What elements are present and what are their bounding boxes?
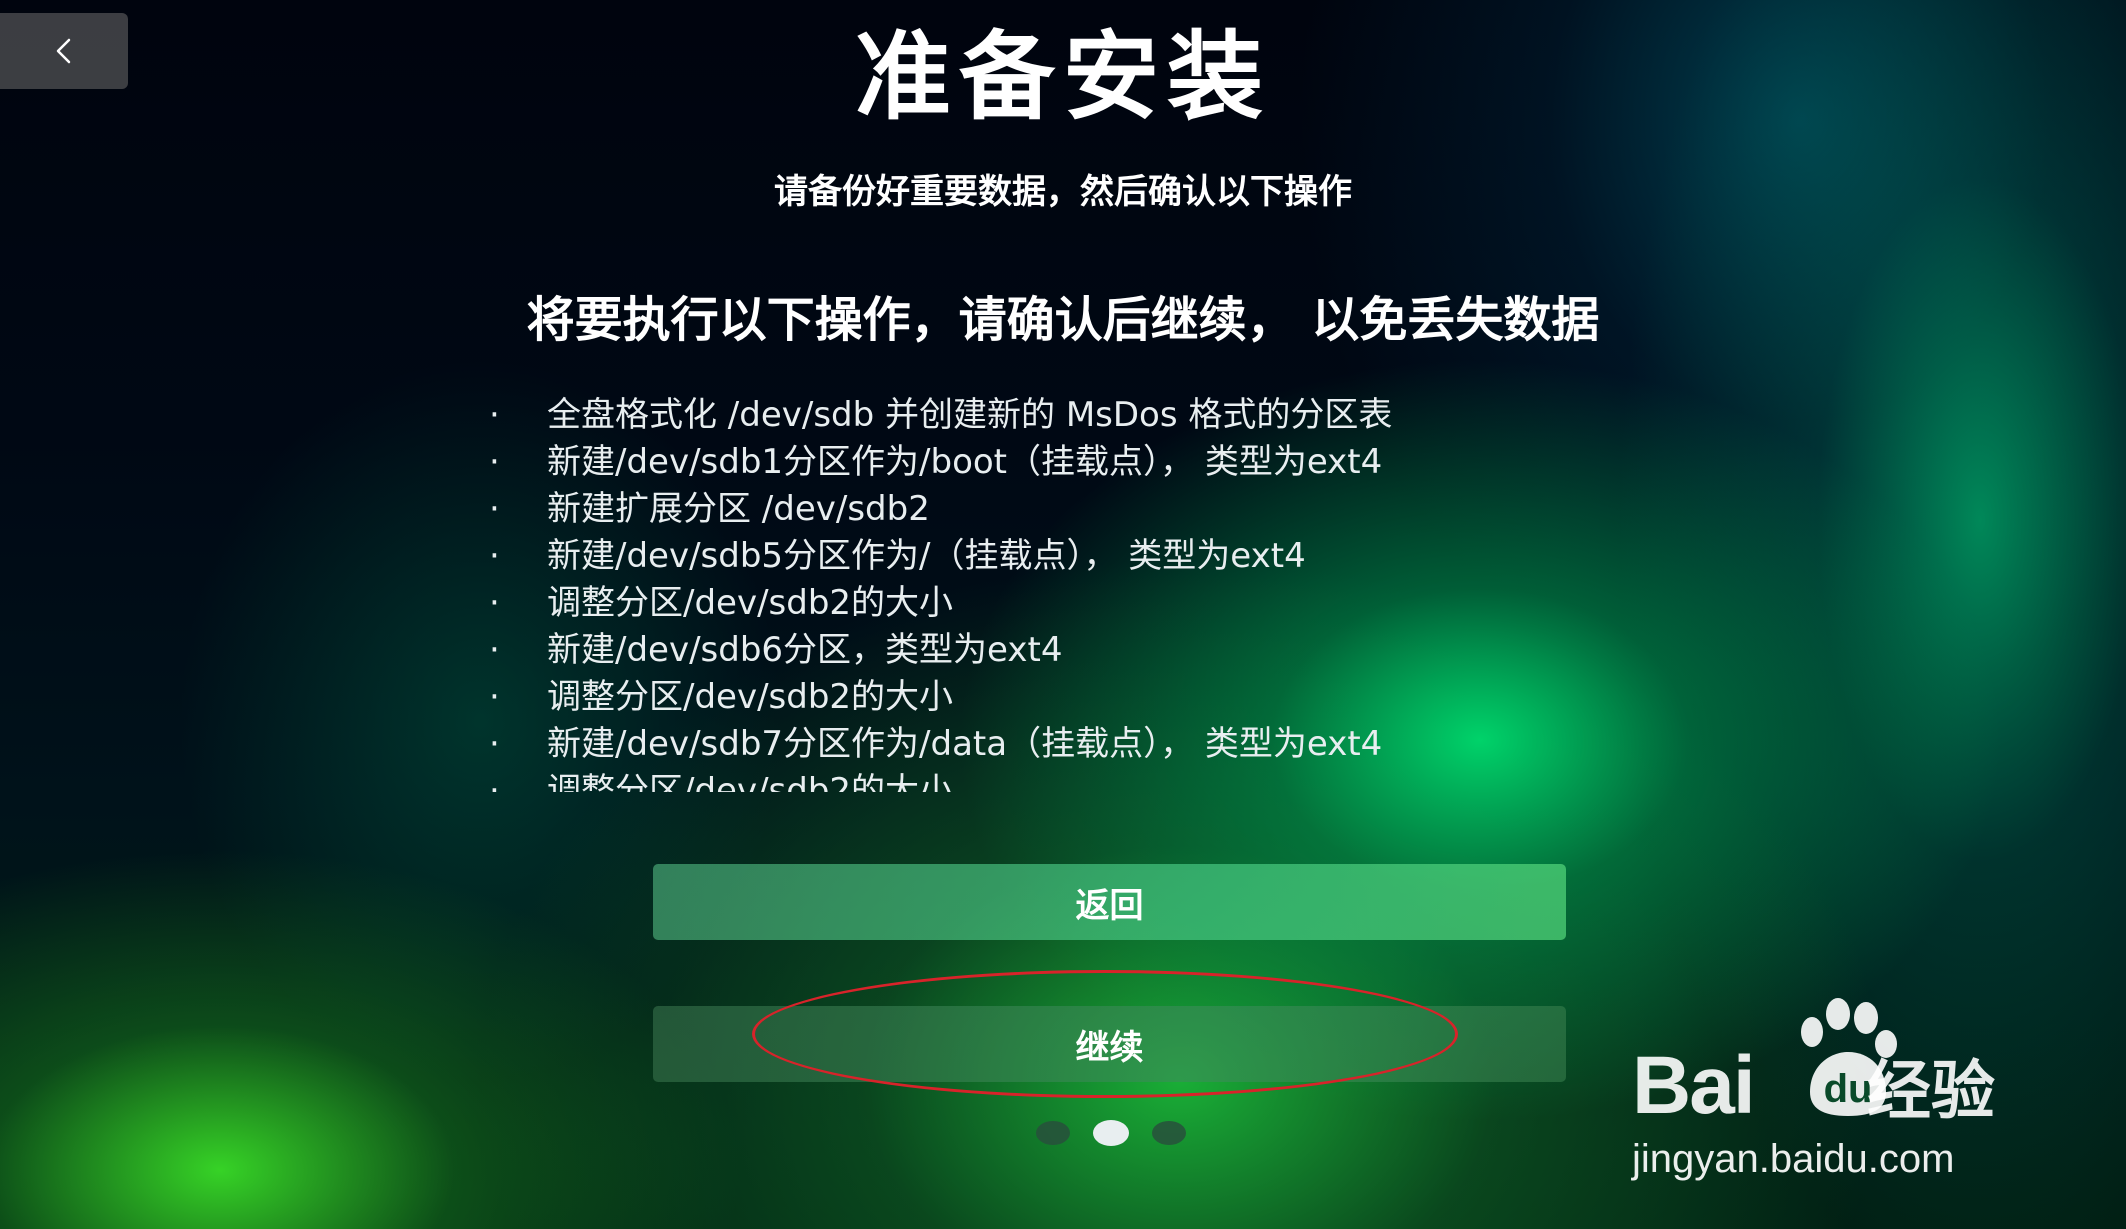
operation-text: 调整分区/dev/sdb2的大小 [547,677,954,717]
page-dot[interactable] [1152,1121,1186,1145]
watermark-du-text: du [1824,1067,1873,1111]
list-item: · 新建/dev/sdb7分区作为/data（挂载点）， 类型为ext4 [485,721,1685,768]
list-item: · 新建扩展分区 /dev/sdb2 [485,486,1685,533]
return-button[interactable]: 返回 [653,864,1566,940]
list-item: · 调整分区/dev/sdb2的大小 [485,768,1685,792]
list-item: · 全盘格式化 /dev/sdb 并创建新的 MsDos 格式的分区表 [485,392,1685,439]
operation-text: 调整分区/dev/sdb2的大小 [547,583,954,623]
bullet: · [489,724,500,764]
operation-text: 调整分区/dev/sdb2的大小 [547,771,954,792]
list-item: · 新建/dev/sdb6分区，类型为ext4 [485,627,1685,674]
bullet: · [489,583,500,623]
bullet: · [489,630,500,670]
operation-text: 新建/dev/sdb1分区作为/boot（挂载点）， 类型为ext4 [547,442,1383,482]
baidu-jingyan-watermark: Bai du 经验 jingyan.baidu.com [1632,996,2032,1186]
list-item: · 调整分区/dev/sdb2的大小 [485,674,1685,721]
bullet: · [489,536,500,576]
page-indicator [1036,1118,1186,1148]
watermark-url: jingyan.baidu.com [1632,1137,1955,1181]
operation-text: 新建/dev/sdb7分区作为/data（挂载点）， 类型为ext4 [547,724,1383,764]
watermark-logo: Bai [1632,1040,1756,1131]
bullet: · [489,442,500,482]
page-dot-active[interactable] [1093,1120,1129,1146]
operation-text: 新建/dev/sdb6分区，类型为ext4 [547,630,1063,670]
page-subtitle: 请备份好重要数据，然后确认以下操作 [774,172,1352,212]
bullet: · [489,771,500,792]
continue-button[interactable]: 继续 [653,1006,1566,1082]
bullet: · [489,395,500,435]
list-item: · 新建/dev/sdb5分区作为/（挂载点）， 类型为ext4 [485,533,1685,580]
bullet: · [489,677,500,717]
operation-text: 新建/dev/sdb5分区作为/（挂载点）， 类型为ext4 [547,536,1306,576]
watermark-suffix: 经验 [1867,1055,1995,1129]
operations-list[interactable]: · 全盘格式化 /dev/sdb 并创建新的 MsDos 格式的分区表 · 新建… [485,392,1685,792]
bullet: · [489,489,500,529]
list-item: · 新建/dev/sdb1分区作为/boot（挂载点）， 类型为ext4 [485,439,1685,486]
list-item: · 调整分区/dev/sdb2的大小 [485,580,1685,627]
operation-text: 新建扩展分区 /dev/sdb2 [547,489,930,529]
warning-heading: 将要执行以下操作，请确认后继续， 以免丢失数据 [526,292,1600,348]
page-title: 准备安装 [855,21,1271,133]
page-dot[interactable] [1036,1121,1070,1145]
watermark-brand: Bai [1632,1040,1756,1131]
operation-text: 全盘格式化 /dev/sdb 并创建新的 MsDos 格式的分区表 [547,395,1393,435]
